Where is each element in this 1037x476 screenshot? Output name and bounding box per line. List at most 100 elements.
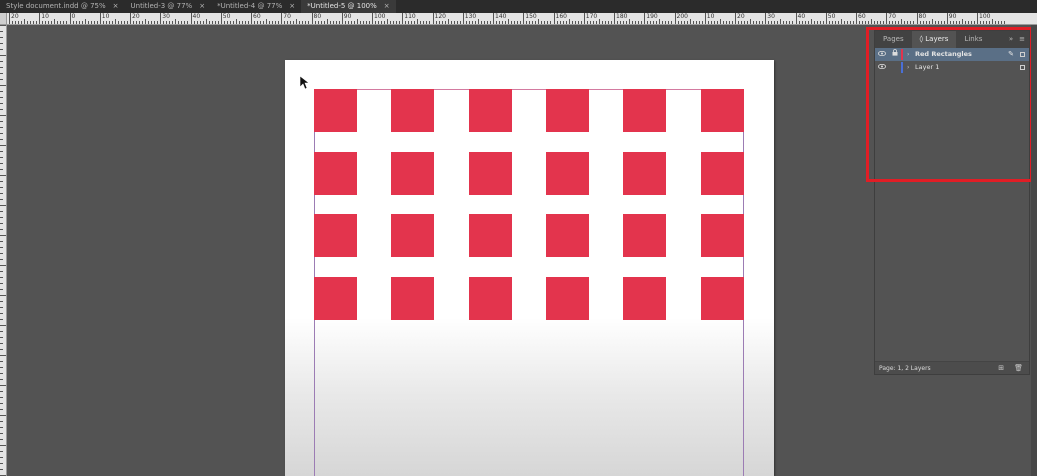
red-rectangle[interactable] <box>468 214 512 258</box>
ruler-tick <box>459 21 461 24</box>
red-rectangle[interactable] <box>545 214 589 258</box>
ruler-tick <box>438 21 440 24</box>
ruler-tick <box>329 21 331 24</box>
ruler-tick <box>644 13 646 24</box>
red-rectangle[interactable] <box>468 277 512 321</box>
ruler-tick <box>9 13 10 24</box>
ruler-tick <box>0 223 3 224</box>
ruler-label: 50 <box>222 13 231 20</box>
doc-tab-untitled-3[interactable]: Untitled-3 @ 77% × <box>125 0 212 13</box>
ruler-tick <box>432 13 434 24</box>
ruler-tick <box>368 21 370 24</box>
red-rectangle[interactable] <box>314 89 357 132</box>
ruler-tick <box>692 21 694 24</box>
red-rectangle[interactable] <box>700 214 744 258</box>
new-layer-icon[interactable]: ⊞ <box>998 362 1004 375</box>
red-rectangle[interactable] <box>314 277 357 321</box>
ruler-origin[interactable] <box>0 13 7 25</box>
ruler-tick <box>60 21 62 24</box>
red-rectangle[interactable] <box>700 151 744 195</box>
ruler-tick <box>151 21 153 24</box>
ruler-tick <box>314 21 316 24</box>
ruler-label: 10 <box>41 13 49 20</box>
red-rectangle[interactable] <box>391 89 435 132</box>
red-rectangle[interactable] <box>545 89 589 132</box>
ruler-tick <box>263 21 265 24</box>
red-rectangle[interactable] <box>391 214 435 258</box>
ruler-tick <box>614 13 615 24</box>
red-rectangle[interactable] <box>700 89 744 132</box>
ruler-tick <box>223 21 225 24</box>
ruler-label: 0 <box>71 13 76 20</box>
ruler-tick <box>722 21 724 24</box>
ruler-tick <box>671 21 673 24</box>
doc-tab-untitled-5[interactable]: *Untitled-5 @ 100% × <box>301 0 396 13</box>
red-rectangle[interactable] <box>314 214 357 258</box>
ruler-tick <box>638 21 640 24</box>
ruler-tick <box>0 319 3 320</box>
vertical-scrollbar[interactable] <box>1031 25 1037 476</box>
red-rectangle[interactable] <box>314 151 357 195</box>
ruler-tick <box>0 61 3 62</box>
ruler-tick <box>220 13 222 24</box>
ruler-tick <box>898 21 900 24</box>
ruler-tick <box>0 463 3 464</box>
ruler-tick <box>532 21 534 24</box>
horizontal-ruler[interactable]: 20 10 0 10 20 30 40 50 60 70 80 90 100 110 120 130 140 15… <box>7 13 1037 25</box>
ruler-tick <box>559 21 561 24</box>
red-rectangle[interactable] <box>623 277 667 321</box>
ruler-tick <box>465 21 467 24</box>
red-rectangle[interactable] <box>700 277 744 321</box>
red-rectangle[interactable] <box>545 151 589 195</box>
doc-tab-style-document[interactable]: Style document.indd @ 75% × <box>0 0 125 13</box>
trash-icon[interactable]: 🗑 <box>1014 362 1023 375</box>
ruler-tick <box>0 385 6 386</box>
ruler-tick <box>12 21 14 24</box>
vertical-ruler[interactable] <box>0 25 7 476</box>
red-rectangle[interactable] <box>545 277 589 321</box>
close-icon[interactable]: × <box>289 0 295 13</box>
red-rectangle[interactable] <box>468 151 512 195</box>
ruler-tick <box>0 25 6 26</box>
red-rectangle[interactable] <box>623 214 667 258</box>
ruler-tick <box>744 21 746 24</box>
ruler-tick <box>0 157 3 158</box>
ruler-tick <box>877 21 879 24</box>
ruler-tick <box>0 325 6 326</box>
ruler-tick <box>992 19 994 24</box>
doc-tab-untitled-4[interactable]: *Untitled-4 @ 77% × <box>211 0 301 13</box>
ruler-tick <box>989 21 991 24</box>
ruler-tick <box>0 361 3 362</box>
ruler-tick <box>235 19 237 24</box>
ruler-tick <box>241 21 243 24</box>
ruler-tick <box>390 21 392 24</box>
ruler-tick <box>0 439 3 440</box>
close-icon[interactable]: × <box>384 0 390 13</box>
ruler-tick <box>1004 21 1006 24</box>
ruler-tick <box>57 21 59 24</box>
ruler-tick <box>178 21 180 24</box>
ruler-tick <box>0 187 3 188</box>
red-rectangle[interactable] <box>468 89 512 132</box>
ruler-tick <box>414 21 416 24</box>
ruler-tick <box>880 21 882 24</box>
ruler-tick <box>0 163 3 164</box>
ruler-tick <box>716 21 718 24</box>
ruler-tick <box>471 21 473 24</box>
ruler-tick <box>0 283 3 284</box>
ruler-tick <box>0 229 3 230</box>
footer-buttons: ⊞ 🗑 <box>998 362 1023 375</box>
red-rectangle[interactable] <box>391 151 435 195</box>
red-rectangle[interactable] <box>391 277 435 321</box>
red-rectangle[interactable] <box>623 151 667 195</box>
ruler-tick <box>84 19 86 24</box>
ruler-tick <box>674 13 676 24</box>
ruler-tick <box>544 21 546 24</box>
red-rectangle[interactable] <box>623 89 667 132</box>
close-icon[interactable]: × <box>199 0 205 13</box>
close-icon[interactable]: × <box>113 0 119 13</box>
ruler-tick <box>72 21 74 24</box>
ruler-tick <box>0 331 3 332</box>
ruler-tick <box>859 21 861 24</box>
ruler-tick <box>922 21 924 24</box>
